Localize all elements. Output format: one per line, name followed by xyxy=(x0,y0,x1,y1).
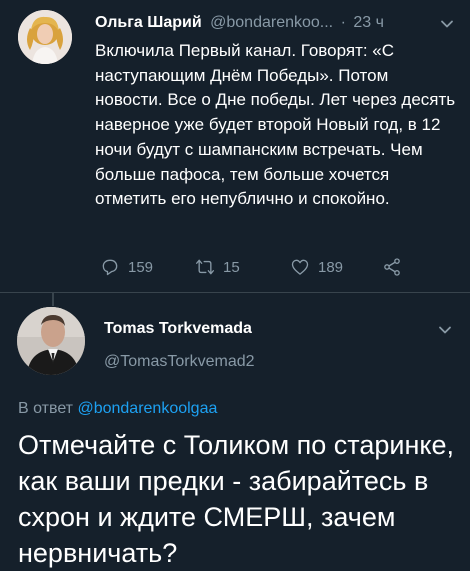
share-icon xyxy=(384,258,400,276)
retweet-icon xyxy=(196,259,214,275)
reply-button[interactable]: 159 xyxy=(100,255,153,279)
avatar-photo xyxy=(18,10,72,64)
chevron-down-icon[interactable] xyxy=(438,323,452,337)
reply-handle-link[interactable]: @bondarenkoolgaa xyxy=(77,400,217,417)
timestamp[interactable]: 23 ч xyxy=(353,14,384,31)
tweet-actions: 159 15 189 xyxy=(100,255,430,279)
heart-icon xyxy=(291,259,309,275)
author-name[interactable]: Ольга Шарий xyxy=(95,14,202,31)
like-count: 189 xyxy=(318,258,344,276)
tweet-text: Отмечайте с Толиком по старинке, как ваш… xyxy=(18,430,454,568)
author-handle[interactable]: @TomasTorkvemad2 xyxy=(104,352,255,372)
avatar[interactable] xyxy=(17,307,85,375)
like-button[interactable]: 189 xyxy=(290,255,343,279)
reply-context: В ответ @bondarenkoolgaa xyxy=(18,399,217,419)
avatar-photo xyxy=(17,307,85,375)
chevron-down-icon[interactable] xyxy=(440,17,454,31)
author-name[interactable]: Tomas Torkvemada xyxy=(104,319,252,339)
author-handle[interactable]: @bondarenkoo... xyxy=(210,14,333,31)
reply-count: 159 xyxy=(128,258,154,276)
tweet-original: Ольга Шарий @bondarenkoo... · 23 ч Включ… xyxy=(0,0,470,292)
tweet-header: Ольга Шарий @bondarenkoo... · 23 ч xyxy=(95,13,455,35)
reply-icon xyxy=(102,259,118,276)
separator: · xyxy=(340,14,346,31)
tweet-text: Включила Первый канал. Говорят: «С насту… xyxy=(95,41,456,209)
divider xyxy=(0,292,470,293)
retweet-button[interactable]: 15 xyxy=(195,255,240,279)
share-button[interactable] xyxy=(382,255,410,279)
retweet-count: 15 xyxy=(223,258,240,276)
thread-connector xyxy=(52,292,54,306)
avatar[interactable] xyxy=(18,10,72,64)
reply-prefix: В ответ xyxy=(18,400,74,417)
